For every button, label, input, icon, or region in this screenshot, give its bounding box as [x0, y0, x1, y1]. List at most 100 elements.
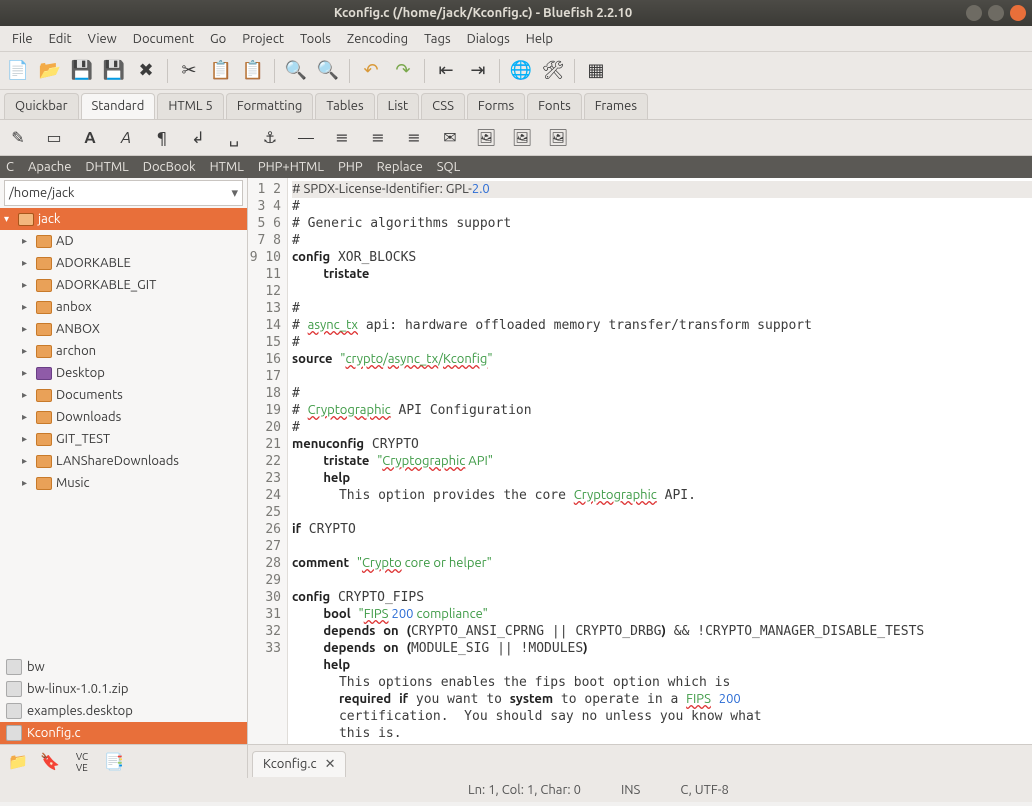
menu-zencoding[interactable]: Zencoding	[339, 29, 416, 49]
tab-html5[interactable]: HTML 5	[157, 93, 224, 119]
quickstart-icon[interactable]: ✎	[6, 126, 30, 150]
unindent-icon[interactable]: ⇤	[432, 57, 460, 85]
tab-css[interactable]: CSS	[421, 93, 465, 119]
paragraph-icon[interactable]: ¶	[150, 126, 174, 150]
minimize-icon[interactable]	[966, 5, 982, 21]
menu-edit[interactable]: Edit	[41, 29, 80, 49]
find-icon[interactable]: 🔍	[282, 57, 310, 85]
editor[interactable]: 1 2 3 4 5 6 7 8 9 10 11 12 13 14 15 16 1…	[248, 178, 1032, 744]
menu-tags[interactable]: Tags	[416, 29, 459, 49]
menu-go[interactable]: Go	[202, 29, 234, 49]
tree-item-lansharedownloads[interactable]: ▸LANShareDownloads	[0, 450, 247, 472]
find-replace-icon[interactable]: 🔍	[314, 57, 342, 85]
tab-list[interactable]: List	[377, 93, 420, 119]
file-Kconfig-c[interactable]: Kconfig.c	[0, 722, 247, 744]
menu-dialogs[interactable]: Dialogs	[459, 29, 518, 49]
tree-item-anbox[interactable]: ▸ANBOX	[0, 318, 247, 340]
tab-quickbar[interactable]: Quickbar	[4, 93, 79, 119]
rule-icon[interactable]: —	[294, 126, 318, 150]
lang-php[interactable]: PHP	[338, 160, 363, 174]
lang-phphtml[interactable]: PHP+HTML	[258, 160, 324, 174]
close-file-icon[interactable]: ✖	[132, 57, 160, 85]
save-icon[interactable]: 💾	[68, 57, 96, 85]
snippets-icon[interactable]: 📑	[102, 750, 126, 774]
file-bw[interactable]: bw	[0, 656, 247, 678]
cut-icon[interactable]: ✂	[175, 57, 203, 85]
tree-item-documents[interactable]: ▸Documents	[0, 384, 247, 406]
tab-forms[interactable]: Forms	[467, 93, 525, 119]
bottom-bar: 📁 🔖 VCVE 📑 Kconfig.c✕	[0, 744, 1032, 778]
tree-root[interactable]: ▾jack	[0, 208, 247, 230]
folder-tree: ▾jack▸AD▸ADORKABLE▸ADORKABLE_GIT▸anbox▸A…	[0, 208, 247, 656]
menu-project[interactable]: Project	[234, 29, 292, 49]
anchor-icon[interactable]: ⚓	[258, 126, 282, 150]
paste-icon[interactable]: 📋	[239, 57, 267, 85]
email-icon[interactable]: ✉	[438, 126, 462, 150]
charmap-icon[interactable]: VCVE	[70, 750, 94, 774]
toolbar-tabs: QuickbarStandardHTML 5FormattingTablesLi…	[0, 90, 1032, 120]
lang-html[interactable]: HTML	[210, 160, 244, 174]
menubar: FileEditViewDocumentGoProjectToolsZencod…	[0, 26, 1032, 52]
file-list: bwbw-linux-1.0.1.zipexamples.desktopKcon…	[0, 656, 247, 744]
close-icon[interactable]	[1010, 5, 1026, 21]
menu-tools[interactable]: Tools	[292, 29, 339, 49]
tree-item-adorkable_git[interactable]: ▸ADORKABLE_GIT	[0, 274, 247, 296]
tree-item-ad[interactable]: ▸AD	[0, 230, 247, 252]
copy-icon[interactable]: 📋	[207, 57, 235, 85]
tab-frames[interactable]: Frames	[584, 93, 648, 119]
tree-item-adorkable[interactable]: ▸ADORKABLE	[0, 252, 247, 274]
break-icon[interactable]: ↲	[186, 126, 210, 150]
image-icon[interactable]: 🖼	[474, 126, 498, 150]
comment-icon[interactable]: ≡	[402, 126, 426, 150]
menu-document[interactable]: Document	[125, 29, 202, 49]
tree-item-git_test[interactable]: ▸GIT_TEST	[0, 428, 247, 450]
lang-sql[interactable]: SQL	[437, 160, 461, 174]
lang-c[interactable]: C	[6, 160, 14, 174]
body-icon[interactable]: ▭	[42, 126, 66, 150]
lang-docbook[interactable]: DocBook	[143, 160, 196, 174]
path-selector[interactable]: /home/jack	[4, 180, 243, 206]
preferences-icon[interactable]: 🛠	[539, 57, 567, 85]
main-toolbar: 📄 📂 💾 💾 ✖ ✂ 📋 📋 🔍 🔍 ↶ ↷ ⇤ ⇥ 🌐 🛠 ▦	[0, 52, 1032, 90]
tree-item-anbox[interactable]: ▸anbox	[0, 296, 247, 318]
lang-apache[interactable]: Apache	[28, 160, 71, 174]
thumbnail-icon[interactable]: 🖼	[510, 126, 534, 150]
status-position: Ln: 1, Col: 1, Char: 0	[468, 783, 581, 797]
fullscreen-icon[interactable]: ▦	[582, 57, 610, 85]
tab-fonts[interactable]: Fonts	[527, 93, 582, 119]
undo-icon[interactable]: ↶	[357, 57, 385, 85]
file-examples-desktop[interactable]: examples.desktop	[0, 700, 247, 722]
multi-thumb-icon[interactable]: 🖼	[546, 126, 570, 150]
tree-item-archon[interactable]: ▸archon	[0, 340, 247, 362]
lang-replace[interactable]: Replace	[377, 160, 423, 174]
menu-help[interactable]: Help	[518, 29, 561, 49]
browser-preview-icon[interactable]: 🌐	[507, 57, 535, 85]
nbsp-icon[interactable]: ␣	[222, 126, 246, 150]
close-tab-icon[interactable]: ✕	[325, 757, 336, 772]
save-as-icon[interactable]: 💾	[100, 57, 128, 85]
menu-file[interactable]: File	[4, 29, 41, 49]
new-file-icon[interactable]: 📄	[4, 57, 32, 85]
menu-view[interactable]: View	[80, 29, 125, 49]
open-file-icon[interactable]: 📂	[36, 57, 64, 85]
italic-icon[interactable]: A	[114, 126, 138, 150]
tree-item-music[interactable]: ▸Music	[0, 472, 247, 494]
bold-icon[interactable]: A	[78, 126, 102, 150]
center-icon[interactable]: ≡	[330, 126, 354, 150]
line-gutter: 1 2 3 4 5 6 7 8 9 10 11 12 13 14 15 16 1…	[248, 178, 288, 744]
document-tab[interactable]: Kconfig.c✕	[252, 751, 346, 777]
tab-formatting[interactable]: Formatting	[226, 93, 314, 119]
lang-dhtml[interactable]: DHTML	[85, 160, 128, 174]
rightalign-icon[interactable]: ≡	[366, 126, 390, 150]
file-bw-linux-1-0-1-zip[interactable]: bw-linux-1.0.1.zip	[0, 678, 247, 700]
maximize-icon[interactable]	[988, 5, 1004, 21]
tree-item-desktop[interactable]: ▸Desktop	[0, 362, 247, 384]
tree-item-downloads[interactable]: ▸Downloads	[0, 406, 247, 428]
indent-icon[interactable]: ⇥	[464, 57, 492, 85]
tab-standard[interactable]: Standard	[81, 93, 156, 119]
filebrowser-icon[interactable]: 📁	[6, 750, 30, 774]
bookmarks-icon[interactable]: 🔖	[38, 750, 62, 774]
redo-icon[interactable]: ↷	[389, 57, 417, 85]
tab-tables[interactable]: Tables	[315, 93, 374, 119]
code-area[interactable]: # SPDX-License-Identifier: GPL-2.0 # # G…	[288, 178, 1032, 744]
